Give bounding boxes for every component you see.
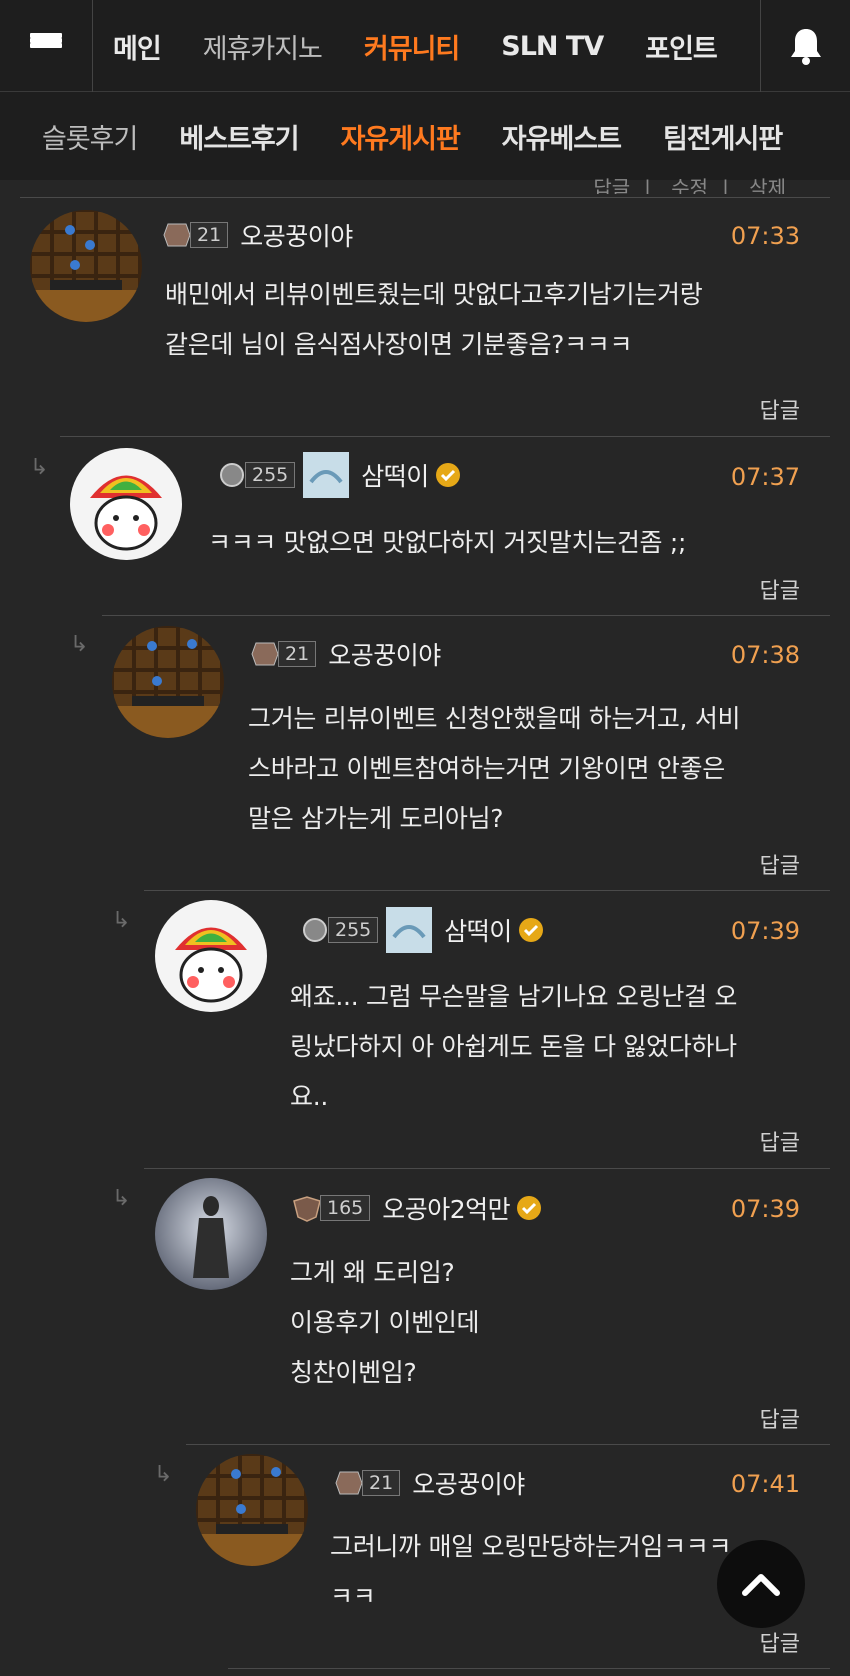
top-nav-tabs: 메인 제휴카지노 커뮤니티 SLN TV 포인트: [93, 0, 760, 92]
board-subnav: 슬롯후기 베스트후기 자유게시판 자유베스트 팀전게시판: [0, 92, 850, 180]
nickname[interactable]: 삼떡이: [444, 912, 512, 948]
reply-arrow-icon: ↳: [112, 908, 131, 933]
reply-button[interactable]: 답글: [760, 393, 800, 425]
comment-time: 07:37: [730, 463, 800, 491]
level-badge: 21: [332, 1469, 401, 1497]
reply-button[interactable]: 답글: [760, 1626, 800, 1658]
subnav-item-best-review[interactable]: 베스트후기: [179, 117, 299, 156]
subnav-item-free-board[interactable]: 자유게시판: [341, 117, 461, 156]
level-badge: 255: [298, 916, 379, 944]
nickname[interactable]: 삼떡이: [361, 457, 429, 493]
rank-icon: [335, 1471, 363, 1495]
figure-avatar-icon: [155, 1178, 267, 1290]
rank-icon: [303, 918, 327, 942]
verified-icon: [518, 918, 543, 942]
comment-text: ㅋㅋㅋ 맛없으면 맛없다하지 거짓말치는건좀 ;;: [208, 528, 687, 557]
peek-delete-link[interactable]: 삭제: [749, 176, 786, 194]
rank-icon: [220, 463, 244, 487]
previous-comment-actions: 답글 | 수정 | 삭제: [579, 172, 800, 194]
menu-button[interactable]: [0, 0, 93, 92]
emblem-icon: [303, 452, 350, 498]
comment-divider: [144, 1168, 830, 1169]
comment-meta: 255 삼떡이: [298, 907, 544, 953]
nickname[interactable]: 오공꿍이야: [328, 636, 441, 672]
comment-text: 그게 왜 도리임? 이용후기 이벤인데 칭찬이벤임?: [290, 1258, 480, 1387]
character-avatar-icon: [70, 448, 182, 560]
nav-item-community[interactable]: 커뮤니티: [364, 27, 460, 66]
slot-avatar-icon: [112, 626, 224, 738]
character-avatar-icon: [155, 900, 267, 1012]
nav-item-points[interactable]: 포인트: [645, 27, 718, 66]
reply-button[interactable]: 답글: [760, 1402, 800, 1434]
reply-arrow-icon: ↳: [70, 632, 89, 657]
comment-divider: [60, 436, 830, 437]
nickname[interactable]: 오공꿍이야: [412, 1465, 525, 1501]
rank-icon: [251, 642, 279, 666]
nickname[interactable]: 오공아2억만: [382, 1190, 510, 1226]
reply-button[interactable]: 답글: [760, 1125, 800, 1157]
comment-divider: [144, 890, 830, 891]
comment-time: 07:33: [730, 222, 800, 250]
level-badge: 21: [248, 640, 317, 668]
comment-time: 07:38: [730, 641, 800, 669]
rank-icon: [293, 1196, 321, 1222]
avatar[interactable]: [112, 626, 224, 738]
comment-meta: 255 삼떡이: [215, 452, 461, 498]
reply-button[interactable]: 답글: [760, 573, 800, 605]
chevron-up-icon: [742, 1574, 780, 1596]
comment-meta: 165 오공아2억만: [290, 1188, 542, 1228]
peek-edit-link[interactable]: 수정: [671, 176, 708, 194]
comment-divider: [228, 1668, 830, 1669]
comment-time: 07:39: [730, 1195, 800, 1223]
subnav-item-team-board[interactable]: 팀전게시판: [663, 117, 783, 156]
comment-meta: 21 오공꿍이야: [248, 634, 441, 674]
slot-avatar-icon: [196, 1454, 308, 1566]
comment-text: 그거는 리뷰이벤트 신청안했을때 하는거고, 서비 스바라고 이벤트참여하는거면 …: [248, 704, 741, 833]
reply-arrow-icon: ↳: [112, 1186, 131, 1211]
scroll-to-top-button[interactable]: [717, 1540, 805, 1628]
bell-icon: [790, 29, 821, 65]
comment-meta: 21 오공꿍이야: [332, 1463, 525, 1503]
comment-time: 07:39: [730, 917, 800, 945]
emblem-icon: [386, 907, 433, 953]
peek-reply-link[interactable]: 답글: [593, 176, 630, 194]
level-badge: 255: [215, 461, 296, 489]
comment-divider: [102, 615, 830, 616]
avatar[interactable]: [155, 900, 267, 1012]
comment-divider: [20, 197, 830, 198]
nav-item-main[interactable]: 메인: [113, 27, 162, 66]
avatar[interactable]: [155, 1178, 267, 1290]
avatar[interactable]: [70, 448, 182, 560]
avatar[interactable]: [30, 210, 142, 322]
reply-arrow-icon: ↳: [154, 1462, 173, 1487]
level-badge: 165: [290, 1194, 371, 1222]
verified-icon: [517, 1196, 542, 1220]
nav-item-sln-tv[interactable]: SLN TV: [501, 31, 604, 62]
rank-icon: [163, 223, 191, 247]
comment-text: 배민에서 리뷰이벤트줬는데 맛없다고후기남기는거랑 같은데 님이 음식점사장이면 …: [165, 280, 703, 359]
notification-button[interactable]: [760, 0, 850, 92]
avatar[interactable]: [196, 1454, 308, 1566]
hamburger-icon: [30, 33, 62, 59]
reply-button[interactable]: 답글: [760, 848, 800, 880]
comment-divider: [186, 1444, 830, 1445]
subnav-item-free-best[interactable]: 자유베스트: [502, 117, 622, 156]
slot-avatar-icon: [30, 210, 142, 322]
level-badge: 21: [160, 221, 229, 249]
comment-time: 07:41: [730, 1470, 800, 1498]
comment-text: 왜죠... 그럼 무슨말을 남기나요 오링난걸 오 링났다하지 아 아쉽게도 돈을…: [290, 982, 738, 1111]
nav-item-partner-casino[interactable]: 제휴카지노: [203, 27, 323, 66]
subnav-item-slot-review[interactable]: 슬롯후기: [42, 117, 138, 156]
verified-icon: [435, 463, 460, 487]
nickname[interactable]: 오공꿍이야: [240, 217, 353, 253]
top-navbar: 메인 제휴카지노 커뮤니티 SLN TV 포인트: [0, 0, 850, 92]
comment-meta: 21 오공꿍이야: [160, 215, 353, 255]
reply-arrow-icon: ↳: [30, 455, 49, 480]
